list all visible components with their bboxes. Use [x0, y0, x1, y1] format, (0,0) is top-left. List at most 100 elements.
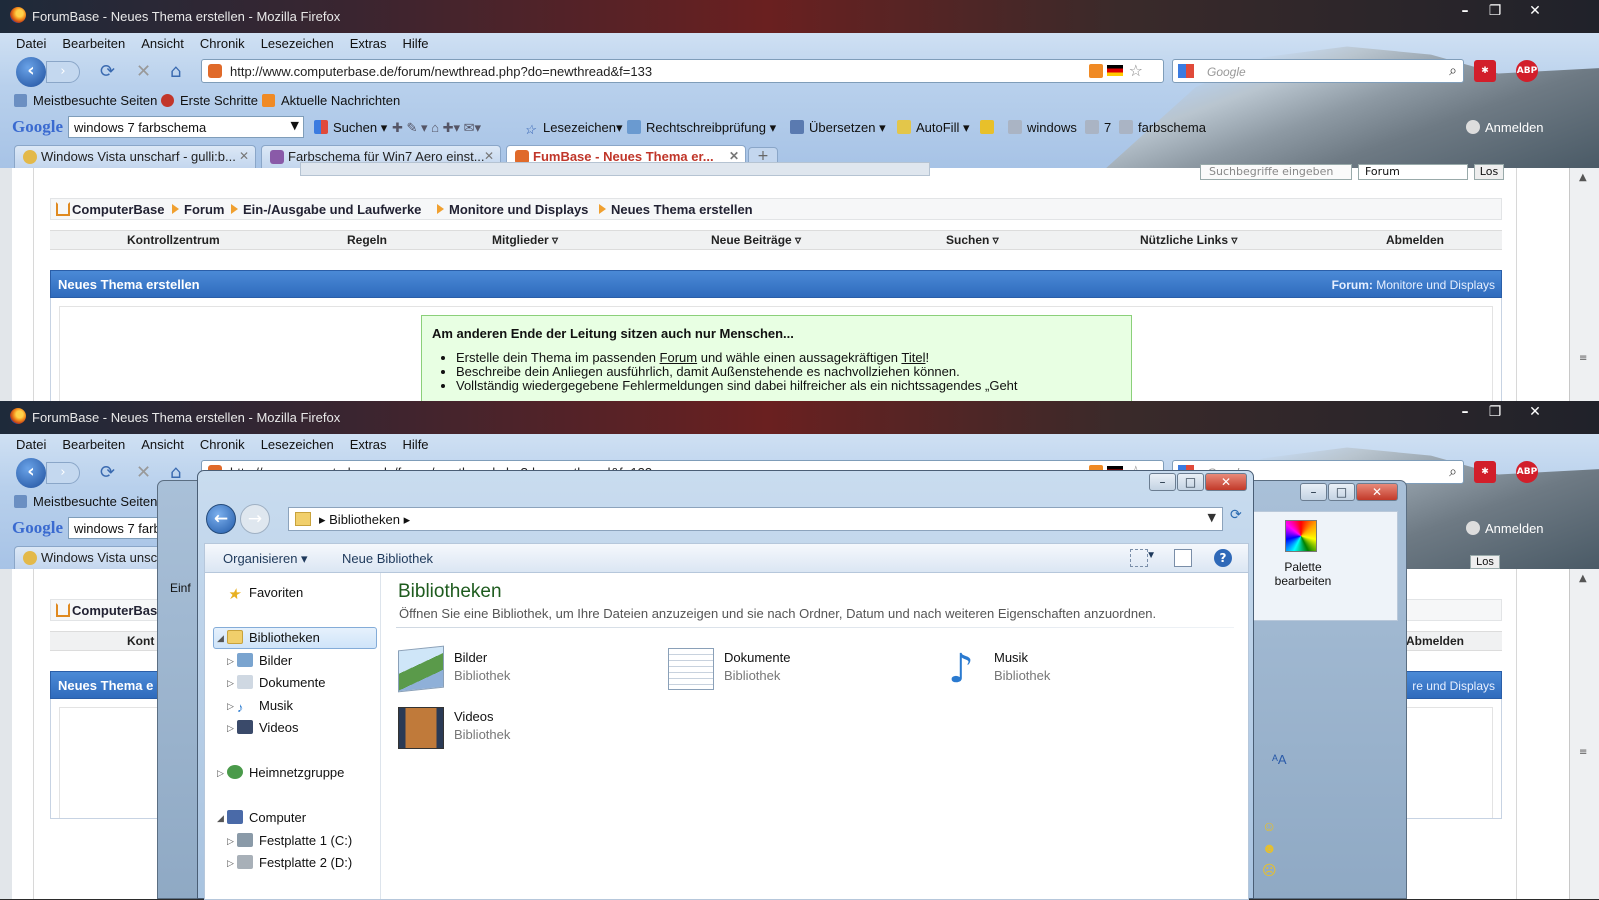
font-size-icon[interactable]: ᴬA	[1272, 752, 1287, 767]
library-bilder[interactable]: Bilder Bibliothek	[398, 645, 638, 698]
search-icon[interactable]: ⌕	[1449, 63, 1457, 79]
close-button[interactable]: ✕	[1356, 483, 1398, 501]
tree-drive-c[interactable]: Festplatte 1 (C:)	[237, 833, 352, 848]
menu-datei[interactable]: Datei	[16, 437, 46, 452]
minimize-button[interactable]: –	[1149, 473, 1176, 491]
tree-computer[interactable]: Computer	[227, 810, 306, 825]
bookmark-meistbesucht[interactable]: Meistbesuchte Seiten	[14, 93, 157, 108]
minimize-button[interactable]: –	[1450, 0, 1480, 22]
menu-bearbeiten[interactable]: Bearbeiten	[62, 36, 125, 51]
tree-favorites[interactable]: ★ Favoriten	[227, 585, 303, 603]
breadcrumb-computerbase[interactable]: ComputerBase	[72, 202, 164, 217]
forum-link[interactable]: re und Displays	[1412, 679, 1495, 693]
maximize-button[interactable]: □	[1177, 473, 1204, 491]
search-bar[interactable]: Google ⌕	[1172, 59, 1464, 83]
back-button[interactable]: ←	[206, 504, 236, 534]
menu-extras[interactable]: Extras	[350, 36, 387, 51]
chevron-down-icon[interactable]: ▼	[1208, 511, 1216, 524]
back-button[interactable]: ‹	[16, 57, 46, 87]
google-signin[interactable]: Anmelden	[1466, 521, 1544, 536]
minimize-button[interactable]: –	[1450, 401, 1480, 423]
site-search-scope[interactable]: Forum	[1358, 164, 1468, 180]
menu-lesezeichen[interactable]: Lesezeichen	[261, 437, 334, 452]
close-button[interactable]: ✕	[1520, 401, 1550, 423]
nav-abmelden[interactable]: Abmelden	[1386, 233, 1444, 247]
bookmark-erste-schritte[interactable]: Erste Schritte	[161, 93, 258, 108]
nav-abmelden[interactable]: Abmelden	[1406, 634, 1464, 648]
translate-button[interactable]: Übersetzen ▾	[790, 120, 886, 136]
highlight-icon[interactable]	[980, 120, 999, 135]
tree-videos[interactable]: Videos	[237, 720, 299, 735]
vertical-scrollbar[interactable]: ▲ ≡	[1569, 569, 1599, 899]
tree-homegroup[interactable]: Heimnetzgruppe	[227, 765, 344, 780]
address-path[interactable]: ▸ Bibliotheken ▸	[319, 512, 410, 528]
toolbar-extra-icons[interactable]: ✚ ✎ ▾ ⌂ ✚▾ ✉▾	[392, 120, 481, 136]
rss-icon[interactable]	[1089, 64, 1103, 78]
german-flag-icon[interactable]	[1107, 65, 1123, 76]
minimize-button[interactable]: –	[1300, 483, 1327, 501]
menu-hilfe[interactable]: Hilfe	[403, 437, 429, 452]
addon-icon[interactable]: ✱	[1474, 461, 1496, 483]
breadcrumb-monitore[interactable]: Monitore und Displays	[449, 202, 588, 217]
palette-edit-button[interactable]: Palette bearbeiten	[1273, 560, 1333, 588]
google-bookmarks-button[interactable]: ☆ Lesezeichen▾	[524, 120, 623, 137]
adblock-icon[interactable]: ABP	[1516, 461, 1538, 483]
title-rules-link[interactable]: Titel	[901, 350, 925, 365]
home-icon[interactable]: ⌂	[170, 61, 181, 82]
tab-gulli[interactable]: Windows Vista unscharf - gulli:b... ✕	[14, 145, 256, 168]
stop-icon[interactable]: ✕	[136, 61, 151, 82]
breadcrumb-forum[interactable]: Forum	[184, 202, 224, 217]
nav-kontrollzentrum[interactable]: Kont	[127, 634, 154, 648]
forum-rules-link[interactable]: Forum	[660, 350, 698, 365]
nav-regeln[interactable]: Regeln	[347, 233, 387, 247]
nav-kontrollzentrum[interactable]: Kontrollzentrum	[127, 233, 220, 247]
help-icon[interactable]: ?	[1214, 549, 1232, 567]
adblock-icon[interactable]: ABP	[1516, 60, 1538, 82]
menu-chronik[interactable]: Chronik	[200, 437, 245, 452]
reload-icon[interactable]: ⟳	[100, 61, 115, 82]
nav-mitglieder[interactable]: Mitglieder ▿	[492, 233, 558, 247]
breadcrumb-ein-ausgabe[interactable]: Ein-/Ausgabe und Laufwerke	[243, 202, 421, 217]
menu-bearbeiten[interactable]: Bearbeiten	[62, 437, 125, 452]
reload-icon[interactable]: ⟳	[100, 462, 115, 483]
maximize-button[interactable]: ❐	[1480, 401, 1510, 423]
breadcrumb-computerbase[interactable]: ComputerBas	[72, 603, 157, 618]
menu-ansicht[interactable]: Ansicht	[141, 36, 184, 51]
nav-neue-beitraege[interactable]: Neue Beiträge ▿	[711, 233, 801, 247]
bookmark-star-icon[interactable]: ☆	[1129, 61, 1143, 80]
menu-chronik[interactable]: Chronik	[200, 36, 245, 51]
home-icon[interactable]	[56, 603, 70, 617]
search-term-7[interactable]: 7	[1085, 120, 1111, 135]
refresh-icon[interactable]: ⟳	[1230, 507, 1250, 531]
close-button[interactable]: ✕	[1520, 0, 1550, 22]
google-toolbar-search-input[interactable]: windows 7 farbschema ▼	[68, 116, 304, 138]
search-icon[interactable]: ⌕	[1449, 464, 1457, 480]
back-button[interactable]: ‹	[16, 458, 46, 488]
stop-icon[interactable]: ✕	[136, 462, 151, 483]
address-bar[interactable]: ▸ Bibliotheken ▸ ▼	[288, 507, 1223, 531]
menu-extras[interactable]: Extras	[350, 437, 387, 452]
tree-bilder[interactable]: Bilder	[237, 653, 292, 668]
new-library-button[interactable]: Neue Bibliothek	[342, 551, 433, 566]
palette-icon[interactable]	[1285, 520, 1317, 552]
forward-button[interactable]: ›	[46, 462, 80, 484]
menu-datei[interactable]: Datei	[16, 36, 46, 51]
menu-lesezeichen[interactable]: Lesezeichen	[261, 36, 334, 51]
tree-libraries[interactable]: Bibliotheken	[227, 630, 320, 645]
chevron-down-icon[interactable]: ▼	[1146, 550, 1156, 561]
search-term-farbschema[interactable]: farbschema	[1119, 120, 1206, 135]
maximize-button[interactable]: ❐	[1480, 0, 1510, 22]
home-icon[interactable]	[56, 202, 70, 216]
nav-suchen[interactable]: Suchen ▿	[946, 233, 999, 247]
vertical-scrollbar[interactable]: ▲ ≡	[1569, 168, 1599, 401]
forward-button[interactable]: ›	[46, 61, 80, 83]
bookmark-meistbesucht[interactable]: Meistbesuchte Seiten	[14, 494, 157, 509]
tree-drive-d[interactable]: Festplatte 2 (D:)	[237, 855, 352, 870]
preview-pane-icon[interactable]	[1174, 549, 1192, 567]
forum-link[interactable]: Monitore und Displays	[1376, 278, 1495, 292]
tree-musik[interactable]: ♪ Musik	[237, 698, 293, 715]
tree-dokumente[interactable]: Dokumente	[237, 675, 325, 690]
url-text[interactable]: http://www.computerbase.de/forum/newthre…	[230, 64, 652, 79]
library-videos[interactable]: Videos Bibliothek	[398, 707, 638, 757]
library-musik[interactable]: ♪ Musik Bibliothek	[938, 648, 1178, 698]
